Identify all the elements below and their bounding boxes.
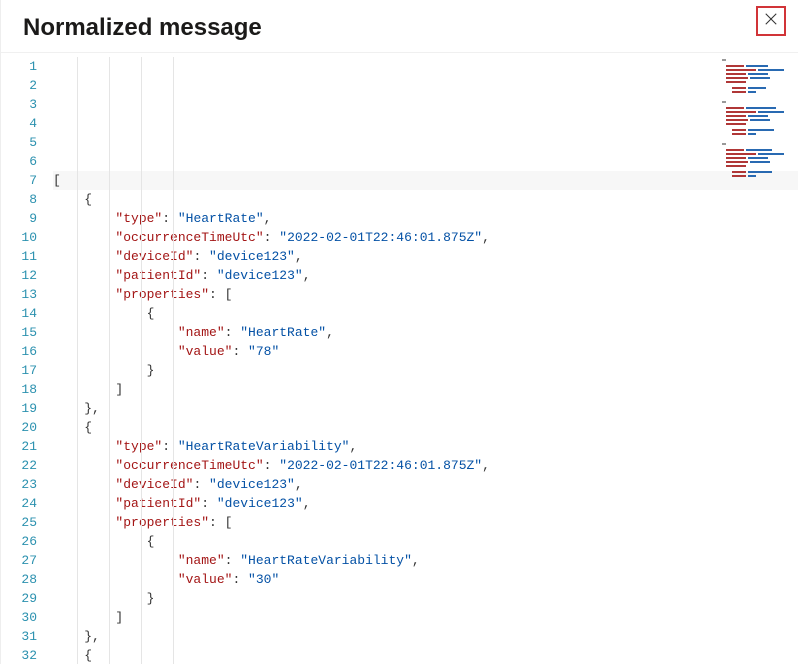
code-line[interactable]: "occurrenceTimeUtc": "2022-02-01T22:46:0… [53,228,798,247]
line-number: 29 [1,589,37,608]
line-number: 21 [1,437,37,456]
line-number: 15 [1,323,37,342]
code-line[interactable]: }, [53,627,798,646]
code-line[interactable]: { [53,304,798,323]
line-number: 25 [1,513,37,532]
line-number: 1 [1,57,37,76]
line-number: 7 [1,171,37,190]
line-number: 6 [1,152,37,171]
line-number: 13 [1,285,37,304]
code-line[interactable]: "properties": [ [53,285,798,304]
code-line[interactable]: "deviceId": "device123", [53,247,798,266]
line-number: 5 [1,133,37,152]
line-number: 20 [1,418,37,437]
line-number: 12 [1,266,37,285]
code-line[interactable]: ] [53,380,798,399]
line-number: 11 [1,247,37,266]
line-number: 19 [1,399,37,418]
line-number: 32 [1,646,37,664]
code-line[interactable]: "value": "78" [53,342,798,361]
code-line[interactable]: "occurrenceTimeUtc": "2022-02-01T22:46:0… [53,456,798,475]
panel-header: Normalized message [1,0,798,52]
code-line[interactable]: } [53,589,798,608]
line-number: 28 [1,570,37,589]
code-line[interactable]: }, [53,399,798,418]
line-number: 17 [1,361,37,380]
line-number-gutter: 1234567891011121314151617181920212223242… [1,53,45,664]
code-line[interactable]: { [53,190,798,209]
code-line[interactable]: { [53,532,798,551]
line-number: 8 [1,190,37,209]
code-line[interactable]: ] [53,608,798,627]
line-number: 30 [1,608,37,627]
line-number: 18 [1,380,37,399]
code-content[interactable]: [ { "type": "HeartRate", "occurrenceTime… [45,53,798,664]
code-line[interactable]: "patientId": "device123", [53,494,798,513]
code-line[interactable]: "properties": [ [53,513,798,532]
panel-title: Normalized message [23,14,262,42]
line-number: 9 [1,209,37,228]
line-number: 26 [1,532,37,551]
code-line[interactable]: "value": "30" [53,570,798,589]
code-line[interactable]: [ [53,171,798,190]
line-number: 16 [1,342,37,361]
code-line[interactable]: "name": "HeartRateVariability", [53,551,798,570]
code-line[interactable]: { [53,418,798,437]
code-line[interactable]: "patientId": "device123", [53,266,798,285]
close-icon [764,12,778,31]
line-number: 14 [1,304,37,323]
code-line[interactable]: "name": "HeartRate", [53,323,798,342]
line-number: 23 [1,475,37,494]
code-line[interactable]: "deviceId": "device123", [53,475,798,494]
line-number: 31 [1,627,37,646]
panel: Normalized message 123456789101112131415… [0,0,798,664]
code-editor[interactable]: 1234567891011121314151617181920212223242… [1,52,798,664]
line-number: 2 [1,76,37,95]
code-line[interactable]: "type": "HeartRate", [53,209,798,228]
line-number: 10 [1,228,37,247]
line-number: 3 [1,95,37,114]
line-number: 27 [1,551,37,570]
line-number: 22 [1,456,37,475]
code-line[interactable]: } [53,361,798,380]
code-line[interactable]: "type": "HeartRateVariability", [53,437,798,456]
code-line[interactable]: { [53,646,798,664]
line-number: 24 [1,494,37,513]
line-number: 4 [1,114,37,133]
close-button[interactable] [756,6,786,36]
